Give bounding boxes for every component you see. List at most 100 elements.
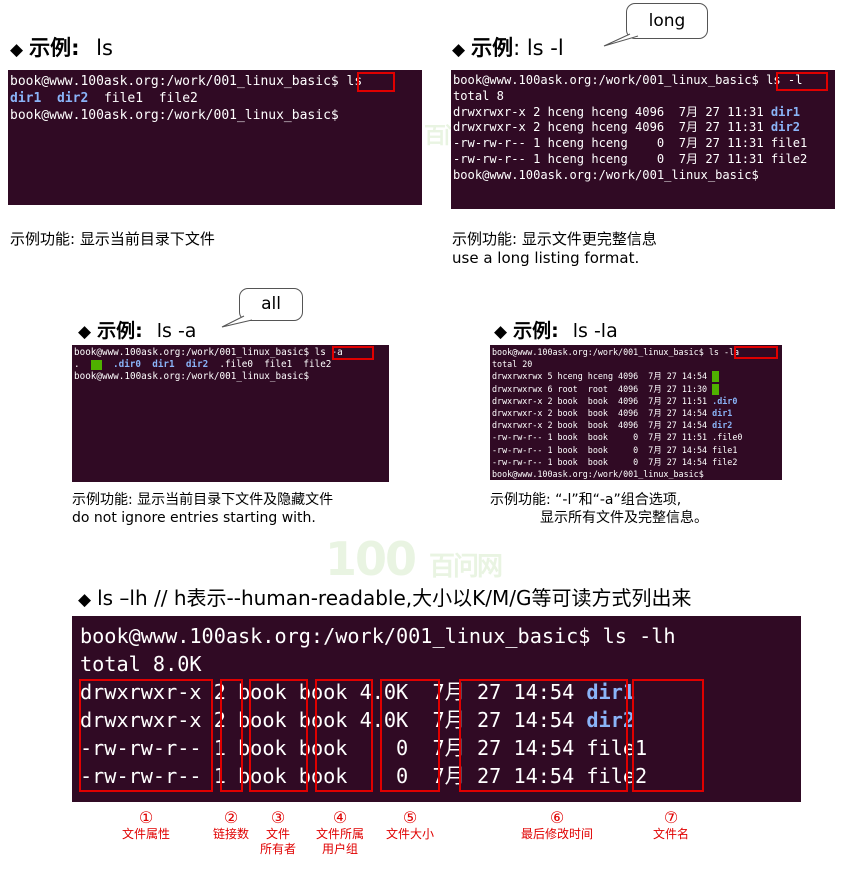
example-ls-a-heading: ◆ 示例: ls -a <box>78 316 196 343</box>
diamond-icon: ◆ <box>452 40 466 60</box>
caption-line: 示例功能: 显示当前目录下文件及隐藏文件 <box>72 492 334 508</box>
row-meta: -rw-rw-r-- 1 book book 0 7月 27 14:54 <box>492 444 713 455</box>
row-meta: -rw-rw-r-- 1 book book 0 7月 27 14:54 <box>492 456 713 467</box>
caption-line: 示例功能: “-l”和“-a”组合选项, <box>490 492 682 508</box>
listing-row: drwxrwxr-x 2 book book 4096 7月 27 14:54 … <box>492 419 780 431</box>
column-highlight-name <box>632 679 704 792</box>
listing-row: -rw-rw-r-- 1 book book 0 7月 27 14:54 fil… <box>492 456 780 468</box>
example-label: 示例: <box>513 320 559 342</box>
example-caption: 示例功能: 显示当前目录下文件及隐藏文件 do not ignore entri… <box>72 491 333 527</box>
legend-number: ⑥ <box>549 808 565 827</box>
legend-item: ④ 文件所属 用户组 <box>305 809 375 857</box>
dir-name: dir1 <box>770 104 801 119</box>
terminal-prompt: book@www.100ask.org:/work/001_linux_basi… <box>74 371 310 382</box>
terminal-ls-a: book@www.100ask.org:/work/001_linux_basi… <box>72 345 389 482</box>
legend-text: 最后修改时间 <box>520 827 593 841</box>
row-meta: -rw-rw-r-- 1 hceng hceng 0 7月 27 11:31 <box>453 151 771 166</box>
row-meta: drwxrwxr-x 2 book book 4096 7月 27 14:54 <box>492 420 713 431</box>
column-highlight-links <box>220 679 243 792</box>
example-label: 示例: <box>29 36 80 60</box>
terminal-prompt: book@www.100ask.org:/work/001_linux_basi… <box>492 469 704 480</box>
highlight-box <box>332 346 374 360</box>
column-highlight-permissions <box>79 679 213 792</box>
legend-item: ⑥ 最后修改时间 <box>507 809 607 842</box>
listing-row: drwxrwxr-x 2 book book 4096 7月 27 11:51 … <box>492 395 780 407</box>
file-name: file1 <box>770 136 808 151</box>
legend-number: ③ <box>270 808 286 827</box>
example-ls-lh-heading: ◆ ls –lh // h表示--human-readable,大小以K/M/G等… <box>78 582 691 611</box>
legend-text: 文件大小 <box>385 827 434 841</box>
dir-name: dir2 <box>712 420 733 431</box>
example-ls-l-heading: ◆ 示例: ls -l <box>452 32 564 62</box>
terminal-listing: dir1 dir2 file1 file2 <box>10 90 420 107</box>
column-highlight-size <box>380 679 440 792</box>
dir-name: dir2 <box>770 120 801 135</box>
listing-row: -rw-rw-r-- 1 hceng hceng 0 7月 27 11:31 f… <box>453 152 833 168</box>
listing-row: -rw-rw-r-- 1 hceng hceng 0 7月 27 11:31 f… <box>453 136 833 152</box>
dir-name: dir1 <box>712 408 733 419</box>
terminal-listing: . .dir0 dir1 dir2 .file0 file1 file2 <box>74 359 332 370</box>
row-meta: drwxrwxr-x 2 book book 4096 7月 27 11:51 <box>492 395 713 406</box>
listing-row: drwxrwxrwx 5 hceng hceng 4096 7月 27 14:5… <box>492 370 780 383</box>
terminal-prompt: book@www.100ask.org:/work/001_linux_basi… <box>80 624 676 648</box>
legend-text: 文件名 <box>652 827 689 841</box>
file-name: file1 <box>103 91 144 106</box>
caption-line: do not ignore entries starting with. <box>72 510 316 526</box>
caption-line: use a long listing format. <box>452 249 640 267</box>
dir-name: dir1 <box>10 91 42 106</box>
dir-name: .dir0 <box>113 359 142 370</box>
row-meta: drwxrwxrwx 6 root root 4096 7月 27 11:30 <box>492 383 713 394</box>
listing-row: drwxrwxrwx 6 root root 4096 7月 27 11:30 <box>492 383 780 395</box>
legend-text: 文件所属 <box>315 827 364 841</box>
legend-text: 所有者 <box>259 842 296 856</box>
green-dot-dir-icon <box>712 371 720 383</box>
file-name: file2 <box>158 91 198 106</box>
row-meta: drwxrwxr-x 2 book book 4096 7月 27 14:54 <box>492 408 713 419</box>
legend-text: 文件 <box>265 827 290 841</box>
column-highlight-time <box>459 679 628 792</box>
diamond-icon: ◆ <box>78 322 92 342</box>
dir-name: dir1 <box>152 359 175 370</box>
file-name: .file0 <box>712 432 743 443</box>
legend-number: ⑤ <box>402 808 418 827</box>
dir-name: .dir0 <box>712 395 738 406</box>
terminal-total: total 8 <box>453 88 504 103</box>
file-name: file2 <box>770 151 808 166</box>
file-name: file1 <box>712 444 738 455</box>
row-meta: -rw-rw-r-- 1 hceng hceng 0 7月 27 11:31 <box>453 136 771 151</box>
terminal-prompt: book@www.100ask.org:/work/001_linux_basi… <box>453 167 759 182</box>
listing-row: -rw-rw-r-- 1 book book 0 7月 27 11:51 .fi… <box>492 431 780 443</box>
ls-la-rows: drwxrwxrwx 5 hceng hceng 4096 7月 27 14:5… <box>492 370 780 468</box>
diamond-icon: ◆ <box>78 590 92 610</box>
example-command: ls -la <box>572 320 618 342</box>
row-meta: drwxrwxr-x 2 hceng hceng 4096 7月 27 11:3… <box>453 120 771 135</box>
column-highlight-owner <box>249 679 308 792</box>
legend-text: 文件属性 <box>121 827 170 841</box>
example-label: 示例 <box>471 36 514 60</box>
watermark-logo-2: 100 <box>325 532 417 586</box>
listing-row: drwxrwxr-x 2 hceng hceng 4096 7月 27 11:3… <box>453 120 833 136</box>
example-caption: 示例功能: 显示当前目录下文件 <box>10 230 215 248</box>
listing-row: drwxrwxr-x 2 hceng hceng 4096 7月 27 11:3… <box>453 105 833 121</box>
legend-number: ⑦ <box>663 808 679 827</box>
example-command: ls <box>96 36 113 60</box>
listing-row: -rw-rw-r-- 1 book book 0 7月 27 14:54 fil… <box>492 444 780 456</box>
diamond-icon: ◆ <box>10 40 24 60</box>
example-command: : ls -l <box>513 36 564 60</box>
file-name: file2 <box>712 456 738 467</box>
example-ls-la-heading: ◆ 示例: ls -la <box>494 316 618 343</box>
example-label: 示例: <box>97 320 143 342</box>
highlight-box <box>776 72 828 91</box>
example-command: ls -a <box>156 320 197 342</box>
dir-name: dir2 <box>185 359 209 370</box>
column-highlight-group <box>315 679 373 792</box>
callout-tail <box>221 315 253 328</box>
caption-line: 示例功能: 显示文件更完整信息 <box>452 230 657 248</box>
example-caption: 示例功能: 显示文件更完整信息 use a long listing forma… <box>452 230 657 268</box>
listing-row: drwxrwxr-x 2 book book 4096 7月 27 14:54 … <box>492 407 780 419</box>
watermark-lower: 100 百问网 <box>325 532 503 586</box>
legend-text: 用户组 <box>321 842 358 856</box>
green-dot-dir-icon <box>712 383 720 395</box>
terminal-ls-la: book@www.100ask.org:/work/001_linux_basi… <box>490 345 782 480</box>
row-meta: drwxrwxrwx 5 hceng hceng 4096 7月 27 14:5… <box>492 371 713 382</box>
